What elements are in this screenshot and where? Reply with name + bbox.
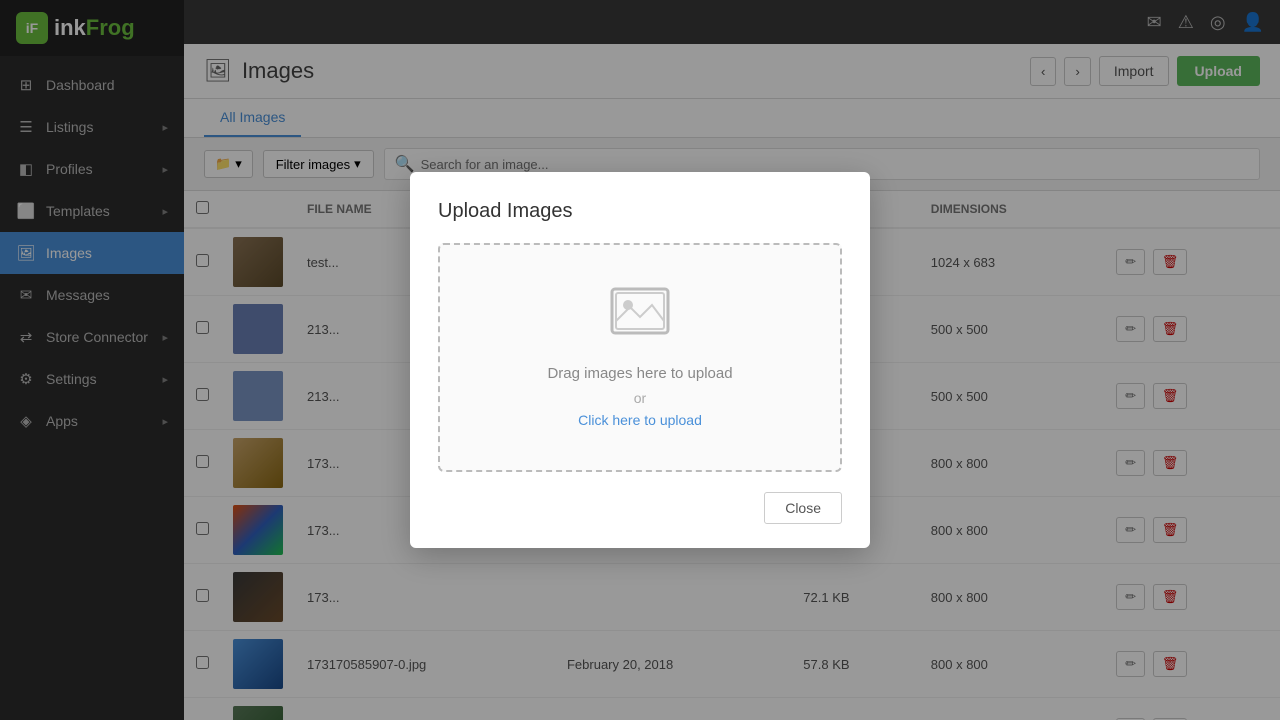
drop-zone[interactable]: Drag images here to upload or Click here…: [438, 243, 842, 472]
modal-footer: Close: [438, 492, 842, 524]
drop-zone-icon: [460, 285, 820, 349]
modal-overlay: Upload Images Drag images here to upload…: [0, 0, 1280, 720]
modal-title: Upload Images: [438, 200, 842, 223]
drop-text: Drag images here to upload: [460, 365, 820, 382]
close-button[interactable]: Close: [764, 492, 842, 524]
drop-link[interactable]: Click here to upload: [578, 412, 702, 428]
upload-modal: Upload Images Drag images here to upload…: [410, 172, 870, 548]
drop-or: or: [460, 390, 820, 406]
